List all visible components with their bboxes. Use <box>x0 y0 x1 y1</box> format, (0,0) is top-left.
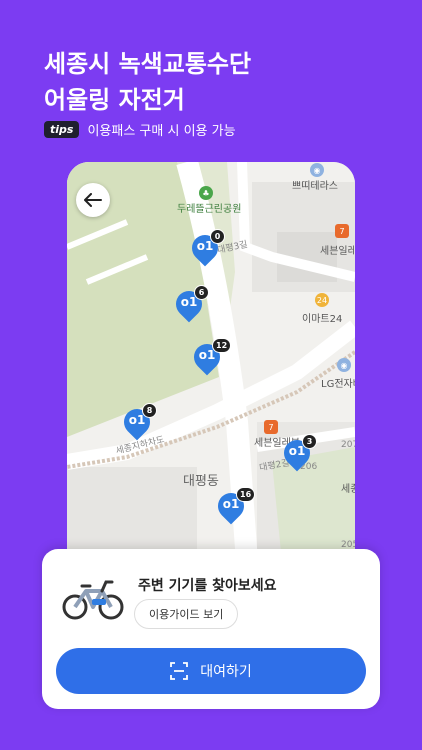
map-label-emart: 이마트24 <box>302 314 343 325</box>
pin-count: 8 <box>142 403 157 418</box>
tips-row: tips 이용패스 구매 시 이용 가능 <box>44 120 236 139</box>
rent-button-label: 대여하기 <box>200 664 252 680</box>
pin-count: 6 <box>194 285 209 300</box>
bike-station-pin[interactable]: o1 12 <box>188 338 232 378</box>
bike-station-pin[interactable]: o1 8 <box>118 403 157 443</box>
guide-button[interactable]: 이용가이드 보기 <box>134 599 239 629</box>
pin-count: 3 <box>302 434 317 449</box>
map-label-207: 207 <box>341 440 355 450</box>
park-icon: ♣ <box>199 186 213 200</box>
map-label-park: 두레뜰근린공원 <box>177 204 242 215</box>
map-label-seven1: 세븐일레 <box>320 246 355 257</box>
block-lower-left <box>67 467 197 562</box>
back-button[interactable] <box>76 183 110 217</box>
pin-count: 16 <box>236 487 256 502</box>
headline-line1: 세종시 녹색교통수단 <box>44 50 252 78</box>
map-label-lg: LG전자베 <box>321 379 355 390</box>
sheet-title: 주변 기기를 찾아보세요 <box>138 578 277 594</box>
terrace-icon: ◉ <box>310 163 324 177</box>
seven-eleven-icon: 7 <box>335 224 349 238</box>
headline-line2: 어울링 자전거 <box>44 86 185 114</box>
qr-scan-icon <box>170 662 189 680</box>
emart-icon: 24 <box>315 293 329 307</box>
bicycle-icon <box>62 580 124 620</box>
arrow-left-icon <box>84 193 102 207</box>
seven-eleven-icon-2: 7 <box>264 420 278 434</box>
map-label-district: 대평동 <box>183 474 219 489</box>
tips-badge: tips <box>44 121 80 138</box>
rent-button[interactable]: 대여하기 <box>56 648 366 694</box>
pin-count: 12 <box>212 338 232 353</box>
lg-icon: ◉ <box>337 358 351 372</box>
map-label-sejong: 세종 <box>341 484 355 495</box>
bike-station-pin[interactable]: o1 0 <box>186 229 225 269</box>
bike-station-pin[interactable]: o1 16 <box>212 487 256 527</box>
bottom-sheet: 주변 기기를 찾아보세요 이용가이드 보기 대여하기 <box>42 549 380 709</box>
tips-text: 이용패스 구매 시 이용 가능 <box>87 124 236 139</box>
map-label-terrace: 쁘띠테라스 <box>292 181 338 192</box>
bike-station-pin[interactable]: o1 3 <box>278 434 317 474</box>
phone-frame: ♣ 두레뜰근린공원 ◉ 쁘띠테라스 7 세븐일레 24 이마트24 ◉ LG전자… <box>67 162 355 562</box>
bike-station-pin[interactable]: o1 6 <box>170 285 209 325</box>
headline: 세종시 녹색교통수단 어울링 자전거 <box>44 46 251 118</box>
pin-count: 0 <box>210 229 225 244</box>
